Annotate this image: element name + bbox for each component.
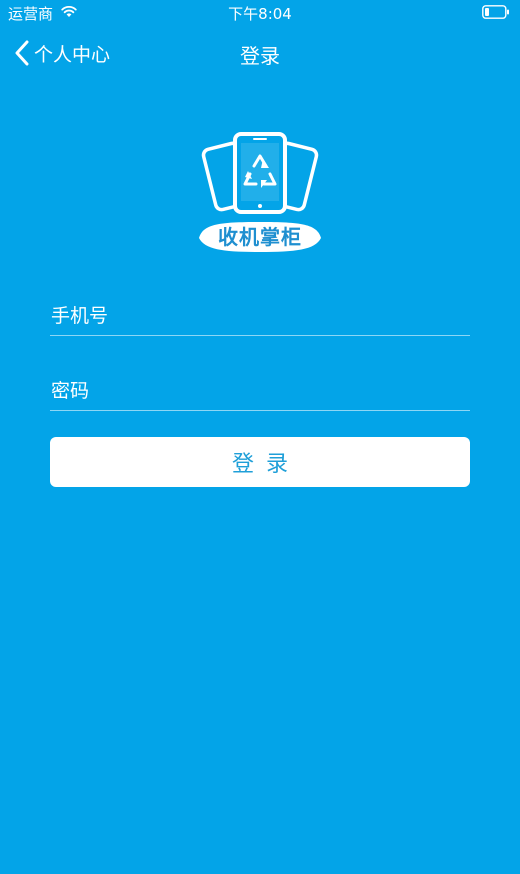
password-field — [50, 371, 470, 411]
back-label: 个人中心 — [34, 43, 111, 66]
status-time: 下午8:04 — [228, 5, 292, 23]
status-bar: 运营商 下午8:04 — [0, 0, 520, 26]
logo-text: 收机掌柜 — [218, 225, 302, 249]
chevron-left-icon — [15, 40, 29, 66]
phones-recycle-icon: 收机掌柜 — [199, 132, 321, 252]
login-button[interactable]: 登录 — [50, 437, 470, 487]
login-screen: 运营商 下午8:04 个人中心 登录 收机掌柜 手机号 登录 — [0, 0, 520, 874]
phone-input[interactable] — [50, 296, 470, 335]
phone-field — [50, 296, 470, 336]
password-input[interactable] — [50, 371, 470, 410]
back-button[interactable]: 个人中心 — [14, 38, 110, 68]
navigation-bar: 个人中心 登录 — [0, 26, 520, 80]
battery-icon — [482, 5, 509, 19]
